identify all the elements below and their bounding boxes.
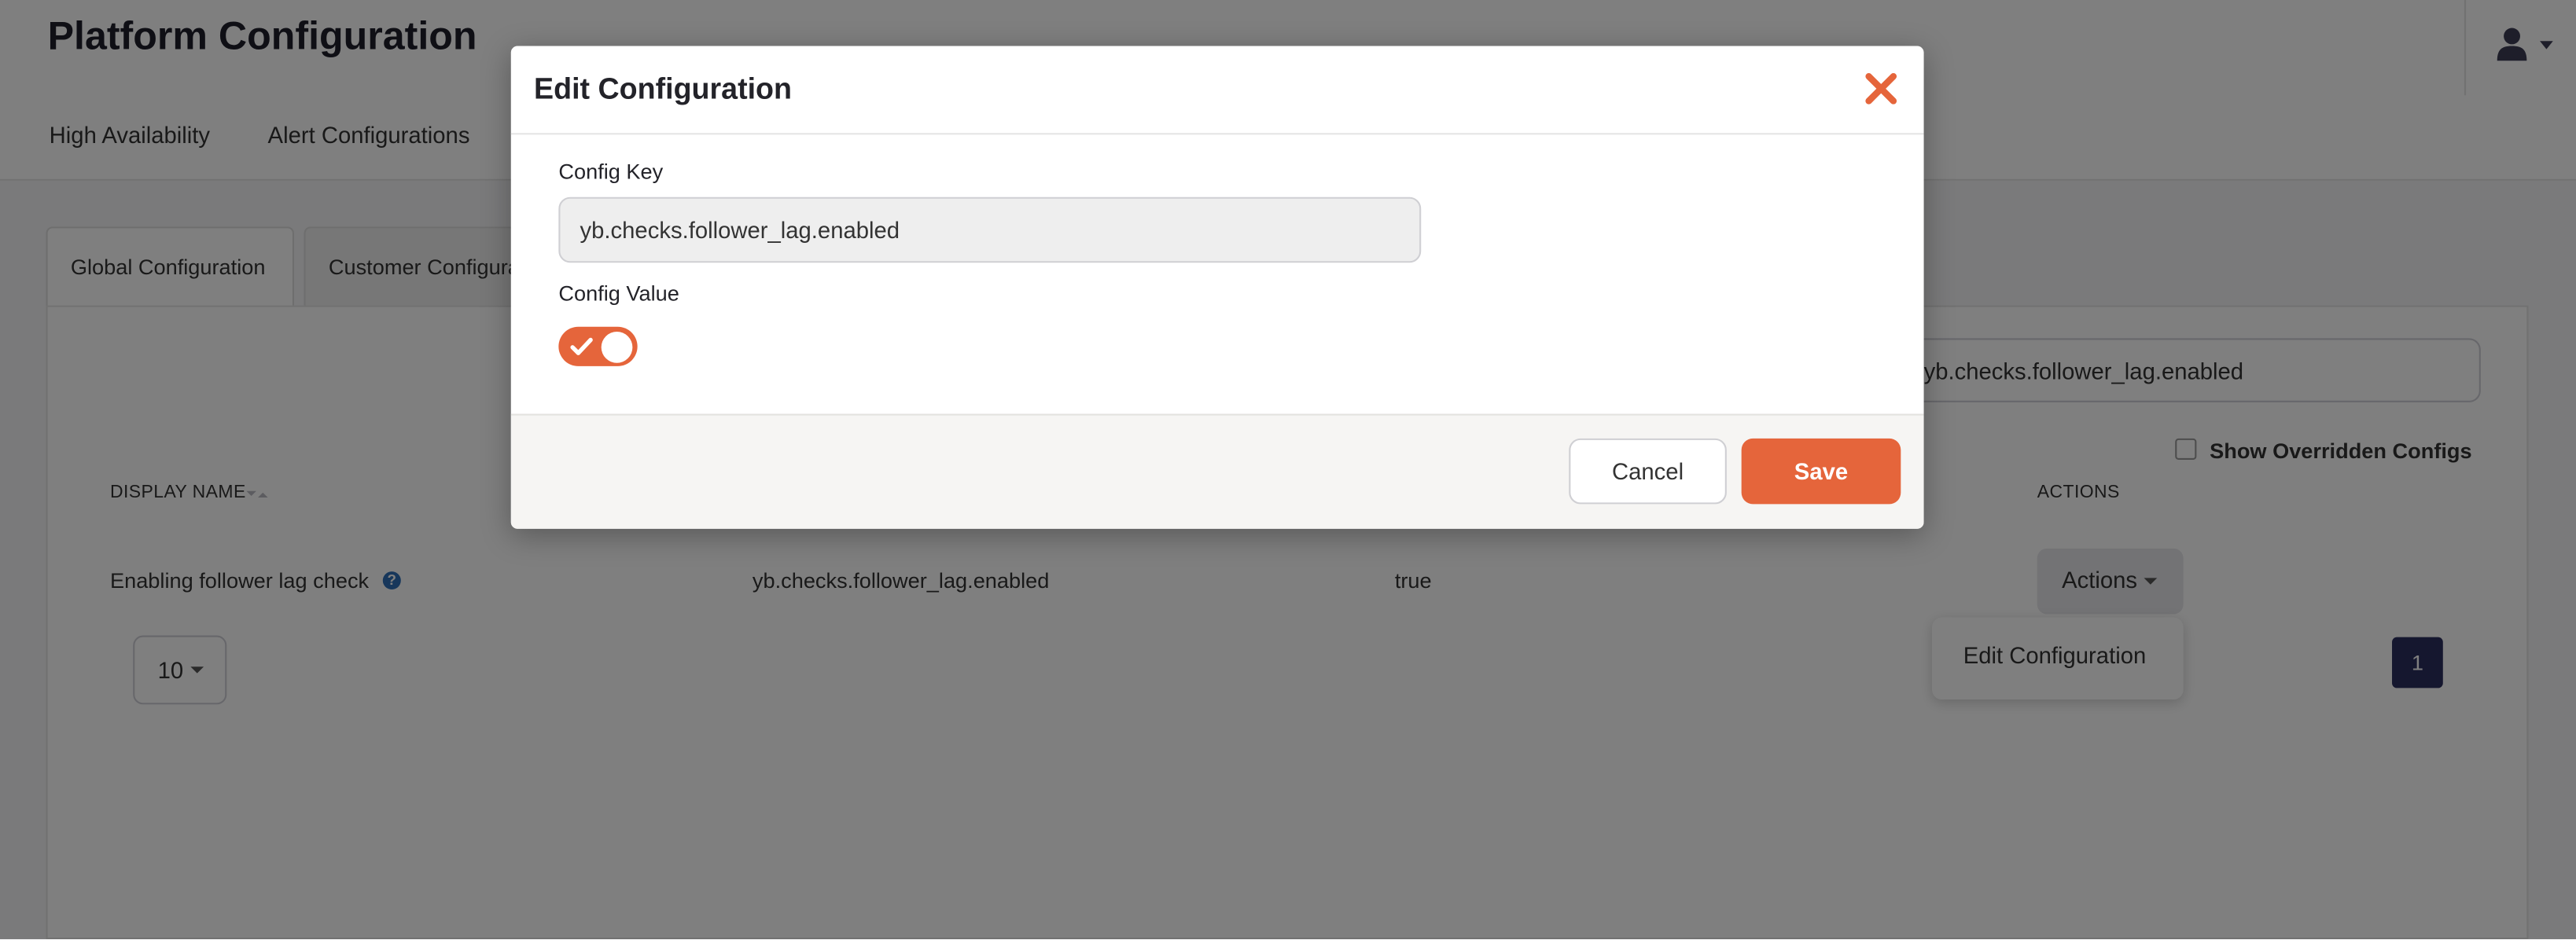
modal-footer: Cancel Save — [510, 413, 1924, 529]
config-value-toggle[interactable] — [558, 326, 638, 366]
save-button[interactable]: Save — [1741, 438, 1901, 505]
config-key-label: Config Key — [558, 159, 664, 185]
toggle-knob — [601, 332, 633, 363]
modal-header: Edit Configuration — [510, 46, 1924, 135]
check-icon — [570, 337, 593, 355]
cancel-button[interactable]: Cancel — [1569, 438, 1727, 505]
edit-configuration-modal: Edit Configuration Config Key Config Val… — [510, 46, 1924, 529]
close-icon[interactable] — [1861, 69, 1901, 108]
modal-title: Edit Configuration — [534, 72, 793, 105]
app-window: Platform Configuration High Availability… — [0, 0, 2576, 940]
config-key-input[interactable] — [558, 196, 1422, 263]
config-value-label: Config Value — [558, 281, 679, 306]
